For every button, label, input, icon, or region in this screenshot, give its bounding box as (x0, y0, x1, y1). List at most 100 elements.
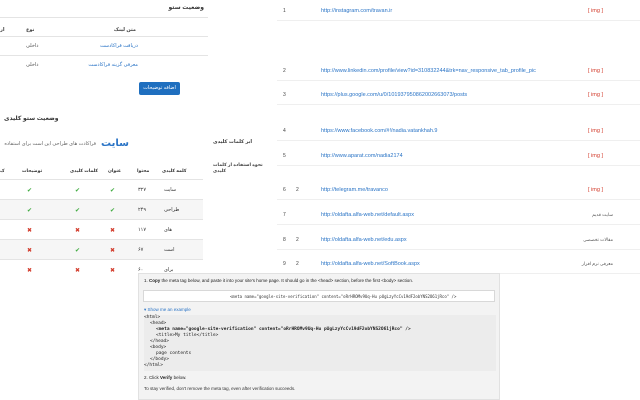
title-status: ✔ (110, 187, 115, 194)
table-row: سایت ۳۲۷ ✔ ✔ ✔ (0, 179, 203, 199)
row-number: 9 (283, 261, 286, 267)
link-url[interactable]: http://oldafta.alfa-web.net/edu.aspx (321, 237, 407, 243)
keyword-cell: سایت (164, 187, 177, 193)
title-status: ✖ (110, 247, 115, 254)
step-verb: Copy (149, 278, 161, 283)
keyword-panel: وضعیت ستو کلیدی فراکادت های طراحی این اس… (0, 107, 272, 274)
image-tag: [ img ] (588, 8, 603, 14)
table-row: طراحی ۲۴۹ ✔ ✔ ✔ (0, 199, 203, 219)
header-type: نوع (26, 27, 35, 33)
cross-icon: ✖ (110, 248, 116, 254)
divider (277, 199, 640, 200)
image-tag: [ img ] (588, 128, 603, 134)
link-type: داخلی (26, 62, 39, 68)
cross-icon: ✖ (75, 268, 81, 274)
divider (277, 165, 640, 166)
row-count: 2 (296, 187, 299, 193)
keyword-cell: های (164, 227, 173, 233)
content-count: ۶۷ (138, 247, 144, 253)
keywords-status: ✔ (75, 207, 80, 214)
table-row: دریافت فراکادست داخلی (0, 36, 208, 55)
check-icon: ✔ (27, 188, 33, 194)
keywords-status: ✔ (75, 247, 80, 254)
show-example-link[interactable]: ▾ Show me an example (144, 307, 191, 313)
content-count: ۱۱۷ (138, 227, 147, 233)
internal-links-panel: وضعیت ستو متن لینک نوع ار دریافت فراکادس… (0, 0, 208, 100)
cross-icon: ✖ (110, 268, 116, 274)
description-status: ✔ (27, 187, 32, 194)
header-extra: ک (0, 168, 5, 173)
meta-tag-box[interactable]: <meta name="google-site-verification" co… (143, 290, 495, 302)
example-code-block: <html> <head> <meta name="google-site-veri… (144, 315, 496, 371)
meta-tag-text[interactable]: <meta name="google-site-verification" co… (230, 294, 456, 299)
link-url[interactable]: https://www.facebook.com/#!/nadia.vatank… (321, 128, 438, 134)
keyword-cloud-title: ابر کلمات کلیدی (213, 139, 253, 145)
table-row: معرفی گزینه فراکادست داخلی (0, 55, 208, 74)
divider (277, 140, 640, 141)
content-count: ۲۴۹ (138, 207, 147, 213)
row-number: 4 (283, 128, 286, 134)
link-url[interactable]: https://plus.google.com/u/0/101937950862… (321, 92, 467, 98)
keyword-usage-title: نحوه استفاده از کلمات کلیدی (213, 162, 263, 173)
row-number: 2 (283, 68, 286, 74)
stay-verified-note: To stay verified, don't remove the meta … (144, 386, 296, 391)
header-title: عنوان (108, 168, 122, 173)
link-url[interactable]: http://oldafta.alfa-web.net/default.aspx (321, 212, 414, 218)
link-url[interactable]: http://telegram.me/travanco (321, 187, 388, 193)
title-status: ✖ (110, 227, 115, 234)
cross-icon: ✖ (110, 228, 116, 234)
divider (277, 224, 640, 225)
table-row: های ۱۱۷ ✖ ✖ ✖ (0, 219, 203, 239)
step-number: 1. (144, 278, 148, 283)
header-keywords: کلمات کلیدی (70, 168, 98, 173)
check-icon: ✔ (110, 208, 116, 214)
description-status: ✖ (27, 267, 32, 274)
anchor-link[interactable]: معرفی گزینه فراکادست (88, 62, 138, 68)
description-status: ✖ (27, 247, 32, 254)
step-text: below. (173, 375, 187, 380)
brand-text: سایت (101, 138, 129, 149)
row-number: 3 (283, 92, 286, 98)
check-icon: ✔ (75, 208, 81, 214)
step-one: 1. Copy the meta tag below, and paste it… (144, 278, 413, 283)
divider (277, 104, 640, 105)
row-number: 6 (283, 187, 286, 193)
triangle-down-icon: ▾ (144, 307, 147, 312)
cross-icon: ✖ (27, 248, 33, 254)
divider (277, 80, 640, 81)
content-count: ۳۲۷ (138, 187, 147, 193)
cross-icon: ✖ (75, 228, 81, 234)
divider (277, 20, 640, 21)
link-url[interactable]: http://oldafta.alfa-web.net/SoftBook.asp… (321, 261, 420, 267)
link-url[interactable]: http://www.linkedin.com/profile/view?id=… (321, 68, 536, 74)
anchor-link[interactable]: دریافت فراکادست (100, 43, 138, 49)
keywords-status: ✖ (75, 267, 80, 274)
cross-icon: ✖ (27, 268, 33, 274)
example-link-label: Show me an example (147, 307, 191, 312)
link-label: مقالات تخصصی (583, 237, 613, 242)
title-status: ✖ (110, 267, 115, 274)
table-row: است ۶۷ ✖ ✔ ✖ (0, 239, 203, 259)
link-label: سایت قدیم (592, 212, 613, 217)
link-label: معرفی نرم افزار (581, 261, 613, 266)
header-keyword: کلمه کلیدی (162, 168, 187, 173)
keyword-cell: طراحی (164, 207, 180, 213)
section-title: وضعیت ستو کلیدی (4, 116, 59, 122)
title-status: ✔ (110, 207, 115, 214)
link-url[interactable]: http://instagram.com/travan.ir (321, 8, 392, 14)
site-verification-panel: 1. Copy the meta tag below, and paste it… (138, 273, 500, 400)
row-count: 2 (296, 237, 299, 243)
link-url[interactable]: http://www.aparat.com/nadia2174 (321, 153, 403, 159)
check-icon: ✔ (75, 188, 81, 194)
row-number: 5 (283, 153, 286, 159)
row-number: 8 (283, 237, 286, 243)
check-icon: ✔ (75, 248, 81, 254)
divider (277, 249, 640, 250)
cross-icon: ✖ (27, 228, 33, 234)
code-line: </html> (144, 363, 163, 368)
step-text: the meta tag below, and paste it into yo… (161, 278, 414, 283)
keywords-status: ✔ (75, 187, 80, 194)
keyword-cell: است (164, 247, 175, 253)
header-anchor: متن لینک (113, 27, 136, 33)
add-description-button[interactable]: اضافه توضیحات (139, 82, 180, 95)
